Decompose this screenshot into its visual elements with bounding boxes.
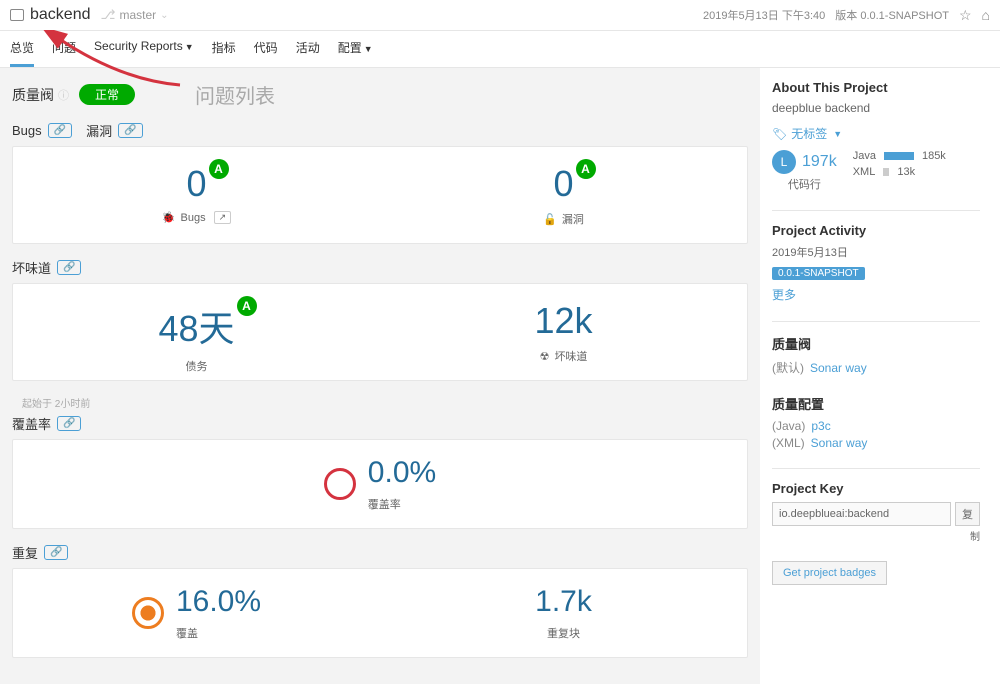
project-key-title: Project Key [772, 481, 980, 496]
link-icon[interactable]: 🔗 [44, 545, 68, 560]
branch-dropdown-icon[interactable]: ⌄ [160, 10, 168, 21]
tags-link[interactable]: 🏷无标签▼ [772, 125, 980, 142]
copy-button[interactable]: 复 [955, 502, 980, 526]
vulnerabilities-value[interactable]: 0A [553, 163, 573, 205]
lang-row-java: Java185k [853, 150, 946, 162]
lock-icon: 🔓 [543, 213, 557, 226]
top-bar: backend ⎇ master ⌄ 2019年5月13日 下午3:40 版本 … [0, 0, 1000, 31]
get-badges-button[interactable]: Get project badges [772, 561, 887, 585]
tab-overview[interactable]: 总览 [10, 31, 34, 67]
quality-gate-status: 正常 [79, 84, 135, 105]
quality-gate-label: 质量阀 [12, 85, 54, 105]
branch-name[interactable]: master [119, 8, 156, 22]
tab-issues[interactable]: 问题 [52, 31, 76, 67]
debt-rating: A [237, 296, 257, 316]
debt-value[interactable]: 48天A [158, 300, 234, 352]
size-rating-icon: L [772, 150, 796, 174]
dup-blocks-value[interactable]: 1.7k [535, 585, 592, 619]
activity-date: 2019年5月13日 [772, 244, 980, 260]
nav-tabs: 总览 问题 Security Reports▼ 指标 代码 活动 配置▼ [0, 31, 1000, 68]
tab-activity[interactable]: 活动 [296, 31, 320, 67]
dup-card: 16.0% 覆盖 1.7k 重复块 [12, 568, 748, 658]
bugs-card: 0A 🐞Bugs↗ 0A 🔓漏洞 [12, 146, 748, 244]
dup-value[interactable]: 16.0% [176, 585, 261, 619]
bugs-value[interactable]: 0A [186, 163, 206, 205]
trend-icon[interactable]: ↗ [214, 211, 232, 224]
radioactive-icon: ☢ [540, 350, 550, 363]
quality-profiles-title: 质量配置 [772, 394, 980, 413]
project-key-input[interactable] [772, 502, 951, 526]
activity-title: Project Activity [772, 223, 980, 238]
link-icon[interactable]: 🔗 [48, 123, 72, 138]
coverage-section-header: 覆盖率 🔗 [12, 414, 748, 433]
link-icon[interactable]: 🔗 [57, 416, 81, 431]
smells-value[interactable]: 12k [534, 300, 592, 342]
project-name: backend [30, 6, 91, 24]
home-icon[interactable]: ⌂ [982, 7, 990, 23]
chevron-down-icon: ▼ [833, 129, 842, 139]
dup-section-header: 重复 🔗 [12, 543, 748, 562]
coverage-donut-icon [324, 468, 356, 500]
smells-card: 48天A 债务 12k ☢坏味道 [12, 283, 748, 381]
quality-gate-side-title: 质量阀 [772, 334, 980, 353]
profile-link-java[interactable]: p3c [811, 419, 830, 433]
annotation-text: 问题列表 [195, 80, 275, 109]
about-description: deepblue backend [772, 101, 980, 115]
link-icon[interactable]: 🔗 [57, 260, 81, 275]
coverage-card: 0.0% 覆盖率 [12, 439, 748, 529]
analysis-datetime: 2019年5月13日 下午3:40 [703, 7, 825, 23]
folder-icon [10, 9, 24, 21]
smells-footer-note: 起始于 2小时前 [12, 395, 748, 414]
loc-value[interactable]: 197k [802, 153, 837, 171]
tab-admin[interactable]: 配置▼ [338, 31, 373, 67]
tab-security-reports[interactable]: Security Reports▼ [94, 31, 194, 67]
profile-link-xml[interactable]: Sonar way [811, 436, 868, 450]
branch-icon: ⎇ [101, 7, 116, 23]
link-icon[interactable]: 🔗 [118, 123, 142, 138]
bugs-rating: A [209, 159, 229, 179]
activity-more-link[interactable]: 更多 [772, 286, 796, 303]
tag-icon: 🏷 [772, 127, 787, 141]
favorite-icon[interactable]: ☆ [959, 7, 972, 24]
overview-panel: 质量阀 ⓘ 正常 问题列表 Bugs 🔗 漏洞 🔗 0A 🐞Bugs↗ 0A 🔓… [0, 68, 760, 684]
help-icon[interactable]: ⓘ [58, 87, 69, 103]
about-title: About This Project [772, 80, 980, 95]
quality-gate-link[interactable]: Sonar way [810, 361, 867, 375]
coverage-value[interactable]: 0.0% [368, 456, 436, 490]
vuln-rating: A [576, 159, 596, 179]
sidebar: About This Project deepblue backend 🏷无标签… [760, 68, 1000, 684]
tab-measures[interactable]: 指标 [212, 31, 236, 67]
tab-code[interactable]: 代码 [254, 31, 278, 67]
activity-version-badge: 0.0.1-SNAPSHOT [772, 267, 865, 280]
smells-section-header: 坏味道 🔗 [12, 258, 748, 277]
lang-row-xml: XML13k [853, 166, 946, 178]
bug-icon: 🐞 [162, 211, 176, 224]
bugs-section-header: Bugs 🔗 漏洞 🔗 [12, 121, 748, 140]
